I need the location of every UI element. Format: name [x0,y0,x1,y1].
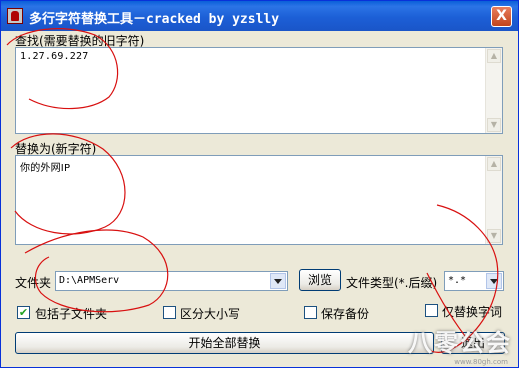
chevron-down-icon[interactable] [486,273,502,289]
app-icon [7,8,23,24]
app-window: 多行字符替换工具－cracked by yzslly X 查找(需要替换的旧字符… [0,0,519,368]
filetype-value: *.* [448,275,467,286]
whole-word-label: 仅替换字词 [442,305,503,319]
keep-backup-checkbox[interactable] [304,306,317,319]
find-textarea[interactable]: 1.27.69.227 ▲ ▼ [15,47,503,134]
filetype-combobox[interactable]: *.* [444,271,504,291]
chevron-down-icon[interactable] [270,273,286,289]
replace-all-button[interactable]: 开始全部替换 [15,332,434,354]
watermark-url: www.80gh.com [454,358,508,366]
keep-backup-label: 保存备份 [321,307,370,321]
filetype-label: 文件类型(*.后缀) [346,276,438,290]
folder-combobox[interactable]: D:\APMServ [55,271,288,291]
replace-text: 你的外网IP [20,163,71,174]
find-scrollbar[interactable]: ▲ ▼ [485,48,502,133]
watermark-logo: 八零公会 [408,329,512,357]
window-title: 多行字符替换工具－cracked by yzslly [29,12,280,27]
include-subfolders-label: 包括子文件夹 [35,307,108,321]
include-subfolders-checkbox[interactable]: ✔ [17,306,30,319]
case-sensitive-label: 区分大小写 [180,307,241,321]
replace-scrollbar[interactable]: ▲ ▼ [485,156,502,244]
title-bar[interactable]: 多行字符替换工具－cracked by yzslly X [1,1,518,31]
folder-value: D:\APMServ [59,275,120,286]
case-sensitive-checkbox[interactable] [163,306,176,319]
scroll-down-icon[interactable]: ▼ [487,229,501,243]
close-button[interactable]: X [491,6,512,27]
find-text: 1.27.69.227 [20,51,89,62]
scroll-down-icon[interactable]: ▼ [487,118,501,132]
scroll-up-icon[interactable]: ▲ [487,157,501,171]
replace-textarea[interactable]: 你的外网IP ▲ ▼ [15,155,503,245]
folder-label: 文件夹 [15,276,52,290]
scroll-up-icon[interactable]: ▲ [487,49,501,63]
whole-word-checkbox[interactable] [425,304,438,317]
browse-button[interactable]: 浏览 [299,269,341,291]
